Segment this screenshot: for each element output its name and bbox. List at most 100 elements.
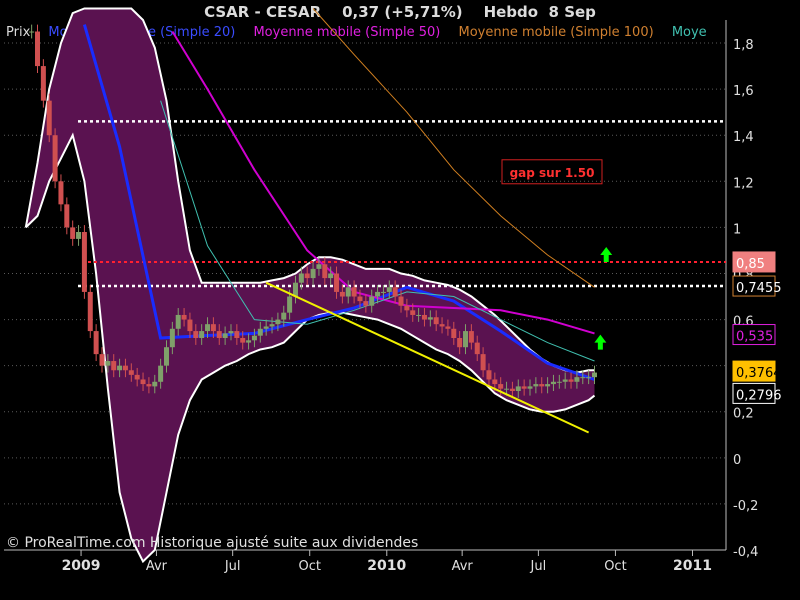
candle-body (339, 291, 345, 297)
candle-body (550, 381, 556, 385)
candle-body (421, 314, 427, 320)
candle-body (257, 328, 263, 336)
candle-body (175, 314, 181, 329)
candle-body (240, 338, 246, 343)
candle-body (246, 340, 252, 343)
candle-body (345, 287, 351, 297)
candle-body (515, 386, 521, 391)
candle-body (35, 31, 41, 67)
level-label-resistance: 0,85 (736, 257, 765, 272)
candle-body (427, 317, 433, 320)
candle-body (29, 31, 35, 33)
candle-body (322, 264, 328, 279)
candle-body (457, 338, 463, 348)
candle-body (64, 204, 70, 228)
x-tick-label: Oct (298, 559, 320, 574)
candle-body (316, 264, 322, 269)
candle-body (509, 388, 515, 391)
candle-body (93, 331, 99, 355)
candle-body (210, 324, 216, 332)
candle-body (545, 384, 551, 387)
candle-body (99, 354, 105, 366)
gap-annotation-text: gap sur 1.50 (510, 166, 595, 180)
candle-body (76, 232, 82, 239)
candle-body (222, 333, 228, 338)
candle-body (128, 370, 134, 375)
candle-body (58, 181, 64, 205)
candle-body (158, 365, 164, 382)
candle-body (380, 291, 386, 293)
candle-body (70, 227, 76, 239)
y-tick-label: 1,4 (733, 130, 754, 145)
signal-up-arrow (594, 334, 607, 350)
candle-body (193, 331, 199, 338)
candle-body (439, 324, 445, 327)
candle-body (134, 374, 140, 380)
y-tick-label: 0,2 (733, 407, 754, 422)
candle-body (52, 135, 58, 182)
candle-body (287, 296, 293, 313)
candle-body (40, 66, 46, 101)
level-label-support: 0,7455 (736, 281, 782, 296)
candle-body (169, 328, 175, 348)
candle-body (533, 384, 539, 387)
candle-body (398, 296, 404, 306)
value-label-ma50: 0,535 (736, 330, 773, 345)
candle-body (404, 305, 410, 311)
x-tick-label: Avr (146, 559, 168, 574)
y-tick-label: -0,2 (733, 499, 758, 514)
candle-body (228, 331, 234, 334)
candle-body (46, 100, 52, 136)
candle-body (498, 384, 504, 389)
candle-body (205, 324, 211, 332)
candle-body (269, 324, 275, 327)
x-tick-label: Jul (530, 559, 547, 574)
value-label-lower-band: 0,2796 (736, 388, 782, 403)
y-tick-label: -0,4 (733, 545, 758, 560)
candle-body (433, 317, 439, 325)
candle-body (298, 273, 304, 283)
candle-body (556, 381, 562, 383)
candle-body (474, 342, 480, 355)
candle-body (105, 361, 111, 366)
candle-body (187, 319, 193, 332)
candle-body (87, 291, 93, 332)
y-tick-label: 1,8 (733, 38, 754, 53)
candle-body (122, 365, 128, 371)
x-tick-label: Avr (452, 559, 474, 574)
candle-body (568, 379, 574, 382)
candle-body (375, 291, 381, 297)
signal-up-arrow (600, 247, 613, 263)
y-tick-label: 1,2 (733, 176, 754, 191)
candle-body (492, 379, 498, 385)
candle-body (140, 379, 146, 385)
candle-body (562, 379, 568, 382)
y-tick-label: 0 (733, 453, 741, 468)
y-tick-label: 1,6 (733, 84, 754, 99)
bollinger-cloud (25, 8, 595, 562)
candle-body (263, 326, 269, 329)
candle-body (504, 388, 510, 390)
candle-body (369, 296, 375, 306)
candle-body (275, 319, 281, 325)
candle-body (363, 301, 369, 306)
candle-body (251, 335, 257, 341)
candle-body (281, 312, 287, 320)
candle-body (574, 377, 580, 382)
ma-line (312, 8, 595, 288)
candle-body (152, 381, 158, 387)
candle-body (521, 386, 527, 389)
candle-body (480, 354, 486, 371)
watermark: © ProRealTime.com Historique ajusté suit… (6, 535, 419, 551)
candle-body (468, 331, 474, 343)
candle-body (334, 273, 340, 292)
x-tick-label: 2011 (673, 558, 712, 574)
candle-body (234, 331, 240, 338)
candle-body (357, 296, 363, 302)
candle-body (181, 314, 187, 320)
candle-body (163, 347, 169, 366)
candle-body (580, 377, 586, 379)
x-tick-label: 2010 (367, 558, 406, 574)
candle-body (392, 287, 398, 297)
candle-body (216, 331, 222, 338)
